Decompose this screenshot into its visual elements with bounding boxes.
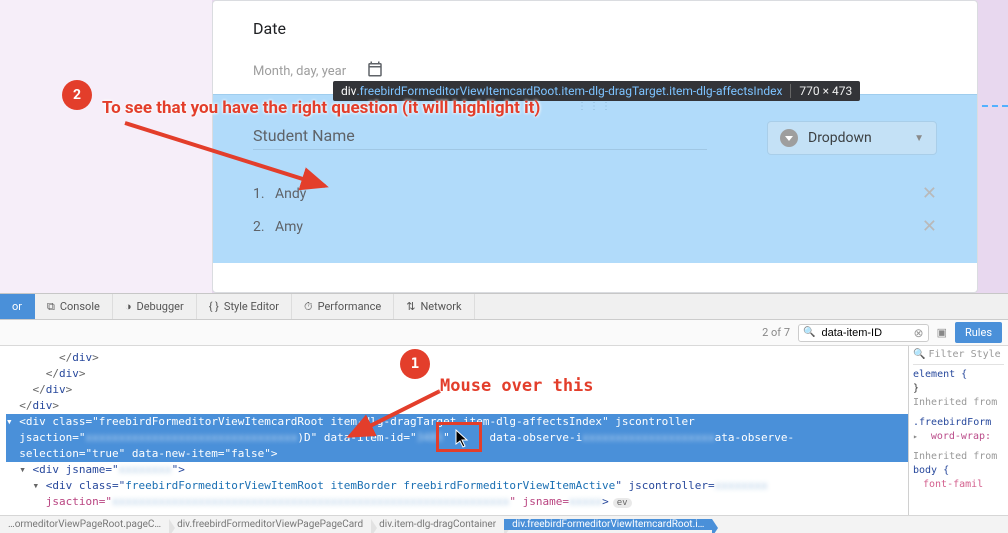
option-text[interactable]: Amy xyxy=(275,219,515,235)
tab-label: Performance xyxy=(318,300,382,313)
form-card: Date Month, day, year ⋮⋮⋮ Student Name D… xyxy=(212,0,978,293)
option-row[interactable]: 2. Amy ✕ xyxy=(253,210,937,243)
rules-tab[interactable]: Rules xyxy=(955,322,1002,343)
console-icon: ⧉ xyxy=(47,300,55,314)
option-index: 1. xyxy=(253,186,275,202)
network-icon: ⇅ xyxy=(406,300,415,313)
drag-handle-icon[interactable]: ⋮⋮⋮ xyxy=(213,101,977,112)
tooltip-dimensions: 770 × 473 xyxy=(790,84,852,98)
dom-tree[interactable]: </div> </div> </div> </div> ▾ <div class… xyxy=(0,346,908,515)
inherited-label: Inherited from xyxy=(913,396,1004,410)
question-student-highlighted[interactable]: ⋮⋮⋮ Student Name Dropdown ▼ 1. Andy ✕ 2.… xyxy=(213,94,977,263)
tab-debugger[interactable]: ◑ Debugger xyxy=(113,294,197,319)
css-selector[interactable]: body { xyxy=(913,465,949,476)
devtools-panel: or ⧉ Console ◑ Debugger { } Style Editor ⏱ P… xyxy=(0,293,1008,533)
search-icon: 🔍 xyxy=(913,348,925,362)
tab-label: or xyxy=(12,300,22,313)
date-placeholder[interactable]: Month, day, year xyxy=(253,64,346,79)
devtools-searchbar: 2 of 7 🔍 ⊗ ▣ Rules xyxy=(0,320,1008,346)
tab-label: Console xyxy=(60,300,100,313)
devtools-tabbar: or ⧉ Console ◑ Debugger { } Style Editor ⏱ P… xyxy=(0,294,1008,320)
page-gutter xyxy=(0,0,212,293)
tooltip-tag: div xyxy=(341,84,357,98)
breadcrumb-item[interactable]: div.freebirdFormeditorViewPagePageCard xyxy=(169,519,371,530)
dom-breadcrumb[interactable]: …ormeditorViewPageRoot.pageC… div.freebi… xyxy=(0,515,1008,533)
breadcrumb-item[interactable]: …ormeditorViewPageRoot.pageC… xyxy=(0,519,169,530)
remove-option-icon[interactable]: ✕ xyxy=(922,183,937,204)
search-input-wrap[interactable]: 🔍 ⊗ xyxy=(798,324,929,342)
filter-placeholder[interactable]: Filter Style xyxy=(928,348,1000,362)
tab-console[interactable]: ⧉ Console xyxy=(35,294,113,319)
toggle-pane-icon[interactable]: ▣ xyxy=(937,326,947,339)
rules-panel[interactable]: 🔍Filter Style element { } Inherited from… xyxy=(908,346,1008,515)
css-selector[interactable]: .freebirdForm xyxy=(913,417,991,428)
braces-icon: { } xyxy=(209,300,219,313)
tab-performance[interactable]: ⏱ Performance xyxy=(292,294,394,319)
chevron-down-icon: ▼ xyxy=(914,133,924,144)
css-property[interactable]: word-wrap: xyxy=(931,431,991,442)
question-type-dropdown[interactable]: Dropdown ▼ xyxy=(767,121,937,155)
breadcrumb-item[interactable]: div.item-dlg-dragContainer xyxy=(371,519,504,530)
css-property[interactable]: font-famil xyxy=(923,479,983,490)
expander-icon[interactable]: ▸ xyxy=(913,432,918,441)
page-viewport: Date Month, day, year ⋮⋮⋮ Student Name D… xyxy=(0,0,1008,293)
tab-label: Style Editor xyxy=(224,300,279,313)
tab-style-editor[interactable]: { } Style Editor xyxy=(197,294,292,319)
question-title-input[interactable]: Student Name xyxy=(253,126,707,150)
remove-option-icon[interactable]: ✕ xyxy=(922,216,937,237)
annotation-badge-1: 1 xyxy=(400,349,430,379)
debugger-icon: ◑ xyxy=(125,300,132,313)
annotation-red-box xyxy=(436,422,482,452)
event-badge[interactable]: ev xyxy=(613,498,632,508)
calendar-icon[interactable] xyxy=(366,60,384,82)
dropdown-type-icon xyxy=(780,129,798,147)
question-type-label: Dropdown xyxy=(808,130,904,146)
inspector-highlight-tooltip: div .freebirdFormeditorViewItemcardRoot.… xyxy=(333,81,860,101)
question-title: Date xyxy=(253,19,937,38)
search-result-count: 2 of 7 xyxy=(762,326,790,339)
gauge-icon: ⏱ xyxy=(304,300,313,314)
tab-inspector[interactable]: or xyxy=(0,294,35,319)
tab-label: Debugger xyxy=(137,300,184,313)
breadcrumb-item-active[interactable]: div.freebirdFormeditorViewItemcardRoot.i… xyxy=(504,519,712,530)
clear-search-icon[interactable]: ⊗ xyxy=(914,326,924,340)
search-icon: 🔍 xyxy=(803,327,815,338)
option-index: 2. xyxy=(253,219,275,235)
search-input[interactable] xyxy=(820,326,910,340)
option-row[interactable]: 1. Andy ✕ xyxy=(253,177,937,210)
option-text[interactable]: Andy xyxy=(275,186,515,202)
annotation-badge-2: 2 xyxy=(62,80,92,110)
tab-network[interactable]: ⇅ Network xyxy=(394,294,474,319)
tab-label: Network xyxy=(420,300,461,313)
inherited-label: Inherited from xyxy=(913,450,1004,464)
tooltip-classes: .freebirdFormeditorViewItemcardRoot.item… xyxy=(357,84,783,98)
css-selector[interactable]: element { xyxy=(913,369,967,380)
